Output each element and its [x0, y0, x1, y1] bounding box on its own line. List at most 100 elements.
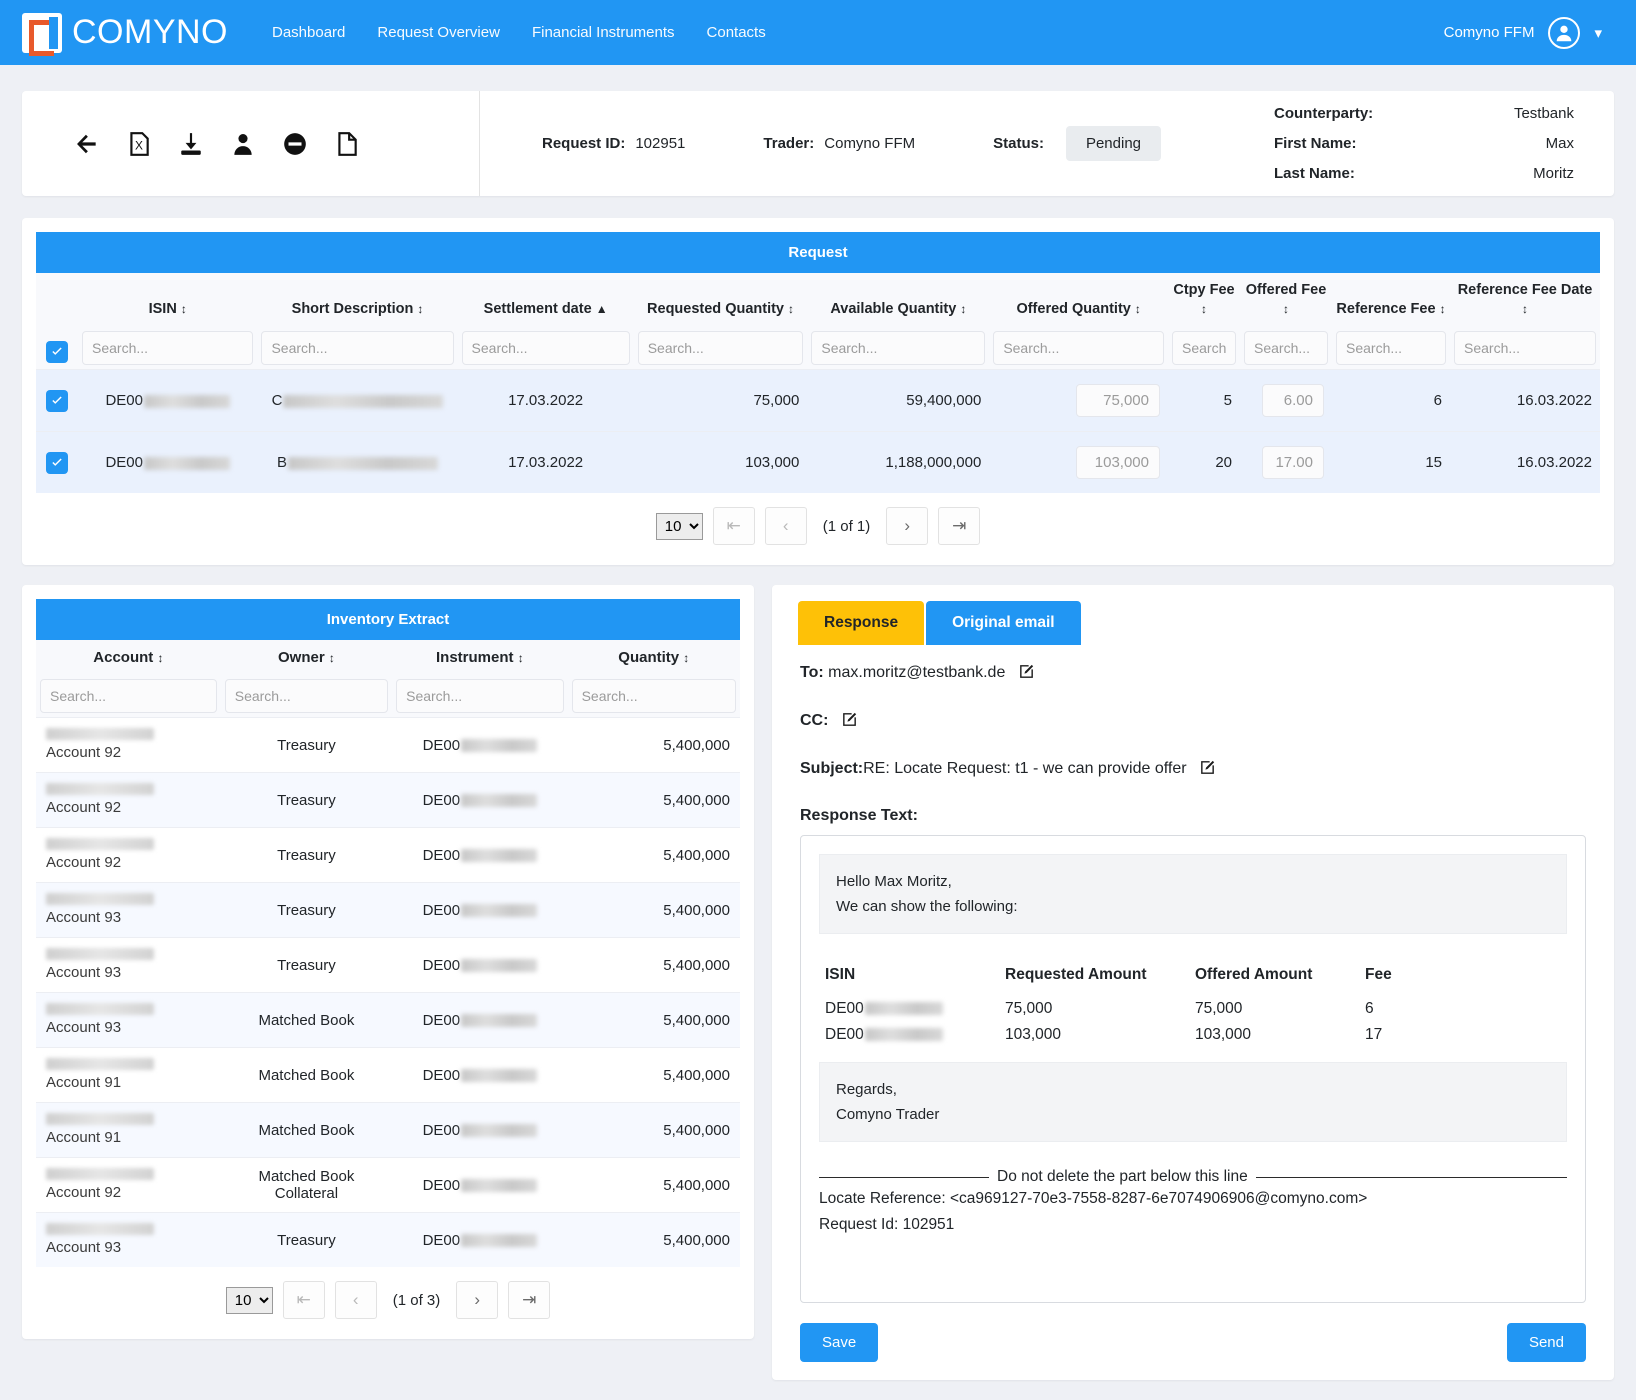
sort-icon[interactable]: ↕: [788, 300, 794, 319]
sort-icon[interactable]: ↕: [683, 651, 689, 665]
nav-item-dashboard[interactable]: Dashboard: [272, 24, 345, 41]
nav-item-financial-instruments[interactable]: Financial Instruments: [532, 24, 675, 41]
greeting-block[interactable]: Hello Max Moritz, We can show the follow…: [819, 854, 1567, 934]
tab-original-email[interactable]: Original email: [926, 601, 1081, 645]
search-input-short-description[interactable]: [261, 331, 454, 365]
last-page-button[interactable]: ⇥: [508, 1281, 551, 1319]
cell-account: Account 92: [46, 1184, 122, 1201]
sort-icon[interactable]: ↕: [1135, 300, 1141, 319]
user-menu[interactable]: Comyno FFM ▾: [1444, 16, 1614, 49]
nav-item-request-overview[interactable]: Request Overview: [377, 24, 500, 41]
person-icon[interactable]: [230, 131, 256, 157]
last-page-button[interactable]: ⇥: [938, 507, 981, 545]
sort-icon[interactable]: ↕: [329, 651, 335, 665]
tab-response[interactable]: Response: [798, 601, 925, 645]
download-icon[interactable]: [178, 131, 204, 157]
sort-icon[interactable]: ↕: [960, 300, 966, 319]
brand-logo[interactable]: COMYNO: [22, 12, 228, 56]
col-quantity[interactable]: Quantity ↕: [567, 640, 740, 670]
nav-item-contacts[interactable]: Contacts: [707, 24, 766, 41]
col-ctpy-fee[interactable]: Ctpy Fee ↕: [1168, 273, 1240, 323]
response-text-editor[interactable]: Hello Max Moritz, We can show the follow…: [800, 835, 1586, 1303]
bottom-section: Inventory Extract Account ↕ Owner ↕ Inst…: [22, 585, 1614, 1380]
redacted-instrument: [461, 1014, 538, 1028]
search-input-instrument[interactable]: [396, 679, 564, 713]
send-button[interactable]: Send: [1506, 1323, 1586, 1362]
col-available-quantity[interactable]: Available Quantity ↕: [807, 273, 990, 323]
sort-icon[interactable]: ↕: [157, 651, 163, 665]
edit-icon[interactable]: [1018, 663, 1035, 685]
first-page-button[interactable]: ⇤: [712, 507, 755, 545]
search-input-reference-fee[interactable]: [1336, 331, 1446, 365]
list-item[interactable]: Account 92 Treasury DE00 5,400,000: [36, 717, 740, 773]
save-button[interactable]: Save: [800, 1323, 879, 1362]
block-circle-icon[interactable]: [282, 131, 308, 157]
search-input-requested-quantity[interactable]: [637, 331, 804, 365]
excel-file-icon[interactable]: X: [126, 131, 152, 157]
search-input-isin[interactable]: [82, 331, 254, 365]
col-reference-fee[interactable]: Reference Fee ↕: [1332, 273, 1450, 323]
edit-icon[interactable]: [841, 711, 858, 733]
col-offered-quantity[interactable]: Offered Quantity ↕: [989, 273, 1168, 323]
page-size-select[interactable]: 10: [225, 1286, 273, 1314]
search-input-available-quantity[interactable]: [811, 331, 986, 365]
list-item[interactable]: Account 93 Treasury DE00 5,400,000: [36, 937, 740, 993]
table-row[interactable]: DE00 C 17.03.2022 75,000 59,400,000 75,0…: [36, 369, 1600, 432]
col-account[interactable]: Account ↕: [36, 640, 221, 670]
col-requested-quantity[interactable]: Requested Quantity ↕: [633, 273, 808, 323]
next-page-button[interactable]: ›: [456, 1281, 499, 1319]
col-instrument[interactable]: Instrument ↕: [392, 640, 568, 670]
signature-block[interactable]: Regards, Comyno Trader: [819, 1062, 1567, 1142]
sort-icon[interactable]: ↕: [181, 300, 187, 319]
col-settlement-date[interactable]: Settlement date ▲: [457, 273, 634, 323]
search-input-owner[interactable]: [224, 679, 389, 713]
prev-page-button[interactable]: ‹: [334, 1281, 377, 1319]
list-item[interactable]: Account 93 Treasury DE00 5,400,000: [36, 882, 740, 938]
input-offered-fee[interactable]: 17.00: [1262, 446, 1324, 479]
search-input-reference-fee-date[interactable]: [1454, 331, 1596, 365]
sort-icon[interactable]: ↕: [1283, 300, 1289, 319]
page-size-select[interactable]: 10: [655, 512, 703, 540]
row-checkbox[interactable]: [46, 389, 68, 412]
row-checkbox[interactable]: [46, 451, 68, 474]
cell-account: Account 93: [46, 909, 122, 926]
sort-icon[interactable]: ↕: [518, 651, 524, 665]
sort-icon[interactable]: ↕: [1201, 300, 1207, 319]
chevron-down-icon[interactable]: ▾: [1594, 24, 1602, 42]
avatar[interactable]: [1548, 16, 1581, 49]
search-input-quantity[interactable]: [571, 679, 736, 713]
blank-page-icon[interactable]: [334, 131, 360, 157]
first-page-button[interactable]: ⇤: [282, 1281, 325, 1319]
edit-icon[interactable]: [1199, 759, 1216, 781]
search-input-offered-quantity[interactable]: [993, 331, 1164, 365]
next-page-button[interactable]: ›: [886, 507, 929, 545]
search-input-offered-fee[interactable]: [1244, 331, 1328, 365]
list-item[interactable]: Account 92 Treasury DE00 5,400,000: [36, 772, 740, 828]
input-offered-quantity[interactable]: 103,000: [1076, 446, 1160, 479]
col-isin[interactable]: ISIN ↕: [78, 273, 258, 323]
table-row[interactable]: DE00 B 17.03.2022 103,000 1,188,000,000 …: [36, 431, 1600, 493]
input-offered-quantity[interactable]: 75,000: [1076, 384, 1160, 417]
list-item[interactable]: Account 93 Treasury DE00 5,400,000: [36, 1212, 740, 1267]
input-offered-fee[interactable]: 6.00: [1262, 384, 1324, 417]
col-owner[interactable]: Owner ↕: [220, 640, 393, 670]
sort-icon[interactable]: ↕: [417, 300, 423, 319]
search-input-account[interactable]: [40, 679, 217, 713]
list-item[interactable]: Account 93 Matched Book DE00 5,400,000: [36, 992, 740, 1048]
col-short-description[interactable]: Short Description ↕: [257, 273, 458, 323]
sort-icon[interactable]: ↕: [1522, 300, 1528, 319]
sort-asc-icon[interactable]: ▲: [596, 300, 608, 319]
list-item[interactable]: Account 92 Matched Book Collateral DE00 …: [36, 1157, 740, 1213]
list-item[interactable]: Account 91 Matched Book DE00 5,400,000: [36, 1047, 740, 1103]
search-input-settlement-date[interactable]: [461, 331, 630, 365]
col-offered-fee[interactable]: Offered Fee ↕: [1240, 273, 1332, 323]
select-all-checkbox[interactable]: [46, 341, 68, 363]
col-reference-fee-date[interactable]: Reference Fee Date ↕: [1450, 273, 1600, 323]
back-arrow-icon[interactable]: [74, 131, 100, 157]
list-item[interactable]: Account 91 Matched Book DE00 5,400,000: [36, 1102, 740, 1158]
cell-instrument: DE00: [422, 1011, 461, 1029]
list-item[interactable]: Account 92 Treasury DE00 5,400,000: [36, 827, 740, 883]
search-input-ctpy-fee[interactable]: [1172, 331, 1236, 365]
sort-icon[interactable]: ↕: [1440, 300, 1446, 319]
prev-page-button[interactable]: ‹: [764, 507, 807, 545]
